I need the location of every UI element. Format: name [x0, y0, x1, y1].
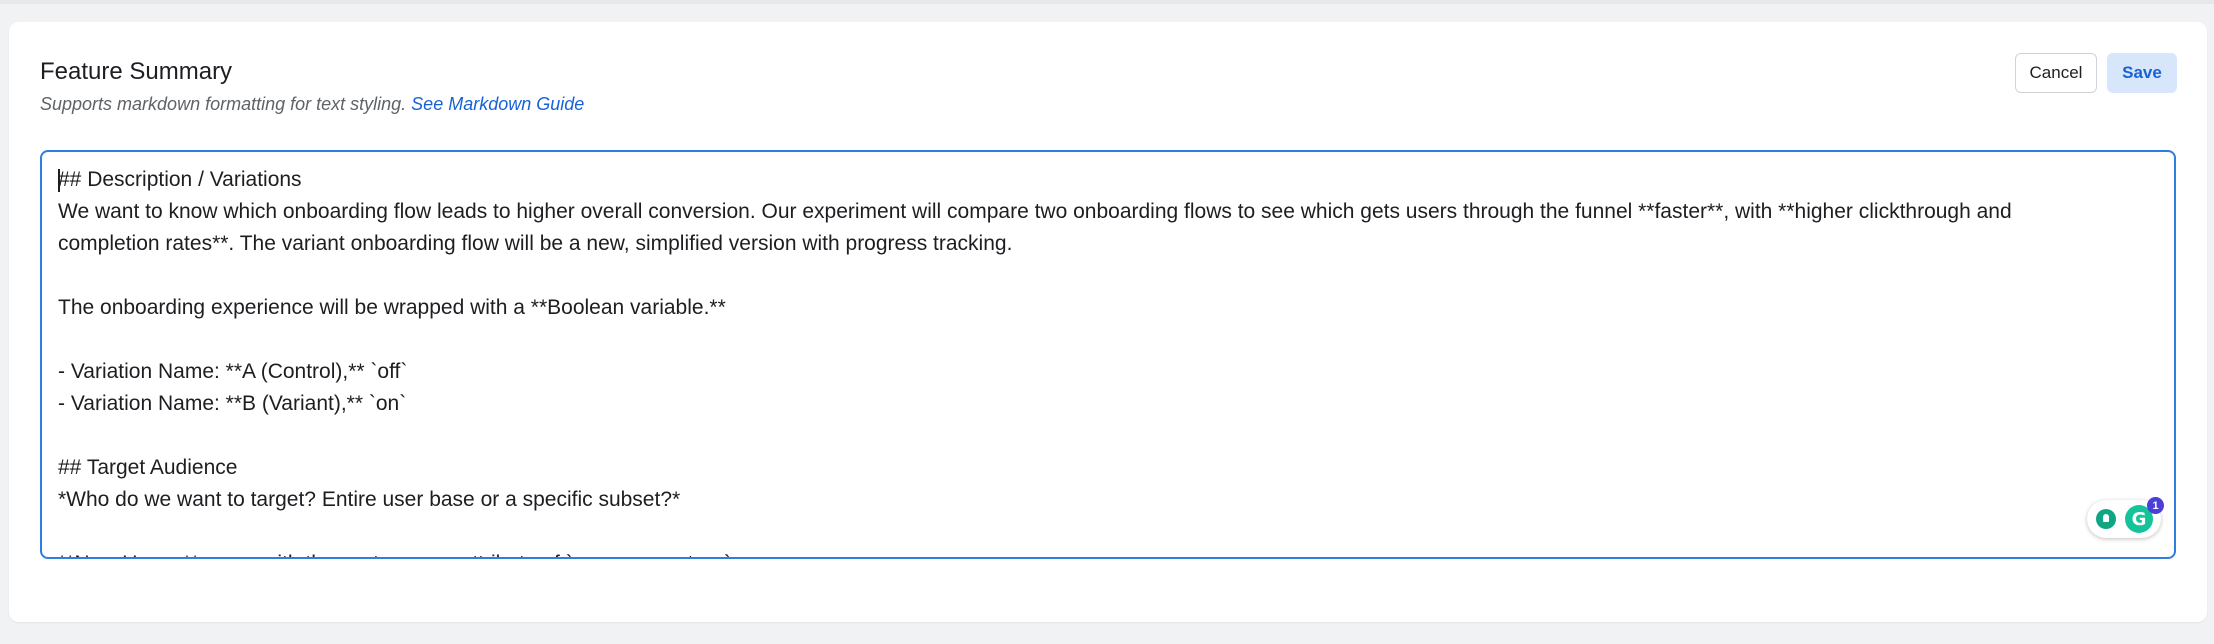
- save-button[interactable]: Save: [2107, 53, 2177, 93]
- suggestion-count-badge: 1: [2147, 497, 2164, 514]
- markdown-guide-link[interactable]: See Markdown Guide: [411, 94, 584, 114]
- cancel-button[interactable]: Cancel: [2015, 53, 2097, 93]
- section-title: Feature Summary: [40, 58, 233, 85]
- editor-content[interactable]: ## Description / Variations We want to k…: [58, 164, 2114, 557]
- grammarly-logo-letter: G: [2131, 508, 2147, 530]
- feature-summary-textarea[interactable]: ## Description / Variations We want to k…: [40, 150, 2176, 559]
- grammarly-widget[interactable]: G 1: [2087, 497, 2164, 538]
- top-divider: [0, 0, 2214, 4]
- feature-summary-card: Feature Summary Supports markdown format…: [9, 22, 2207, 622]
- section-subtitle: Supports markdown formatting for text st…: [40, 94, 584, 115]
- subtitle-text: Supports markdown formatting for text st…: [40, 94, 407, 114]
- text-caret: [58, 169, 60, 192]
- lightbulb-icon[interactable]: [2096, 509, 2116, 529]
